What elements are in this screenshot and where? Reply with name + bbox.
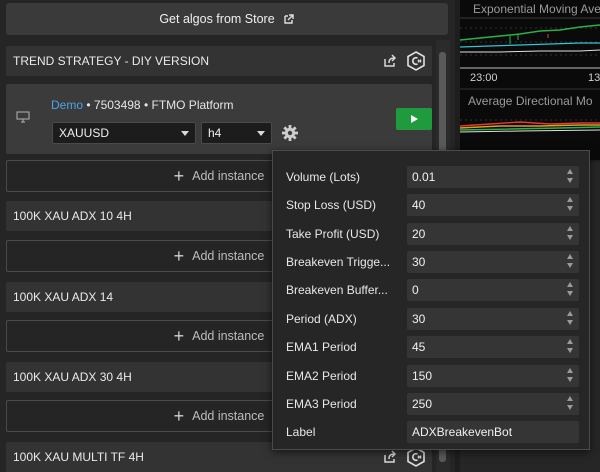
spinner-icon[interactable] [567, 282, 575, 298]
spinner-icon[interactable] [567, 197, 575, 213]
plus-icon: + [173, 166, 185, 186]
external-link-icon [283, 14, 294, 24]
platform-name: FTMO Platform [151, 98, 234, 112]
plus-icon: + [173, 406, 185, 426]
timeframe-value: h4 [208, 126, 222, 140]
param-label: EMA1 Period [286, 340, 357, 354]
ema3-period-input[interactable]: 250 [407, 393, 579, 415]
spinner-icon[interactable] [567, 311, 575, 327]
param-row: EMA2 Period 150 [273, 362, 591, 390]
param-label: Stop Loss (USD) [286, 198, 377, 212]
add-instance-label: Add instance [192, 169, 265, 183]
param-value: 150 [412, 369, 433, 383]
strategy-header[interactable]: TREND STRATEGY - DIY VERSION [6, 46, 432, 76]
monitor-icon [16, 111, 30, 123]
csharp-source-icon[interactable] [406, 51, 426, 71]
time-axis-label: 13 [588, 72, 600, 84]
period-adx-input[interactable]: 30 [407, 308, 579, 330]
symbol-value: XAUUSD [59, 126, 110, 140]
gear-icon [282, 125, 298, 141]
param-value: 30 [412, 255, 426, 269]
param-value: 250 [412, 397, 433, 411]
param-value: 0 [412, 283, 419, 297]
symbol-select[interactable]: XAUUSD [52, 122, 196, 144]
timeframe-select[interactable]: h4 [201, 122, 272, 144]
param-label: Breakeven Buffer... [286, 283, 388, 297]
breakeven-trigger-input[interactable]: 30 [407, 251, 579, 273]
param-row: Period (ADX) 30 [273, 305, 591, 333]
share-icon[interactable] [382, 53, 398, 69]
param-row: Breakeven Trigge... 30 [273, 248, 591, 276]
ema1-period-input[interactable]: 45 [407, 336, 579, 358]
parameters-popup: Volume (Lots) 0.01 Stop Loss (USD) 40 Ta… [272, 150, 590, 450]
param-row: Label ADXBreakevenBot [273, 418, 591, 446]
add-instance-label: Add instance [192, 329, 265, 343]
strategy-name: 100K XAU ADX 14 [13, 290, 114, 304]
time-axis-label: 23:00 [470, 72, 498, 84]
param-value: ADXBreakevenBot [412, 425, 513, 439]
strategy-name: 100K XAU ADX 10 4H [13, 209, 132, 223]
csharp-source-icon[interactable] [406, 447, 426, 467]
chevron-down-icon [181, 131, 189, 136]
param-label: Volume (Lots) [286, 170, 361, 184]
ema2-period-input[interactable]: 150 [407, 365, 579, 387]
param-row: Breakeven Buffer... 0 [273, 276, 591, 304]
param-label: Label [286, 425, 316, 439]
separator-bullet: • [83, 98, 94, 112]
chevron-down-icon [257, 131, 265, 136]
strategy-name: TREND STRATEGY - DIY VERSION [13, 54, 210, 68]
strategy-name: 100K XAU ADX 30 4H [13, 370, 132, 384]
store-button-label: Get algos from Store [159, 12, 275, 26]
param-row: EMA3 Period 250 [273, 390, 591, 418]
spinner-icon[interactable] [567, 396, 575, 412]
separator-bullet: • [140, 98, 152, 112]
spinner-icon[interactable] [567, 254, 575, 270]
get-algos-store-button[interactable]: Get algos from Store [6, 3, 448, 35]
stop-loss-input[interactable]: 40 [407, 194, 579, 216]
param-label: Period (ADX) [286, 312, 357, 326]
param-value: 0.01 [412, 170, 436, 184]
spinner-icon[interactable] [567, 169, 575, 185]
instance-card[interactable]: Demo • 7503498 • FTMO Platform XAUUSD h4 [6, 84, 432, 154]
add-instance-label: Add instance [192, 409, 265, 423]
spinner-icon[interactable] [567, 339, 575, 355]
param-value: 40 [412, 198, 426, 212]
account-number: 7503498 [93, 98, 141, 112]
instance-settings-button[interactable] [279, 122, 301, 144]
plus-icon: + [173, 246, 185, 266]
plus-icon: + [173, 326, 185, 346]
param-row: Take Profit (USD) 20 [273, 220, 591, 248]
label-input[interactable]: ADXBreakevenBot [407, 421, 579, 443]
breakeven-buffer-input[interactable]: 0 [407, 279, 579, 301]
share-icon[interactable] [382, 449, 398, 465]
param-label: EMA3 Period [286, 397, 357, 411]
param-value: 30 [412, 312, 426, 326]
ema-chart[interactable]: Exponential Moving Ave 23:00 13 [460, 0, 600, 88]
spinner-icon[interactable] [567, 226, 575, 242]
add-instance-label: Add instance [192, 249, 265, 263]
start-instance-button[interactable] [396, 108, 432, 130]
instance-account-line: Demo • 7503498 • FTMO Platform [51, 98, 234, 112]
param-label: EMA2 Period [286, 369, 357, 383]
param-row: Volume (Lots) 0.01 [273, 163, 591, 191]
param-label: Take Profit (USD) [286, 227, 380, 241]
strategy-name: 100K XAU MULTI TF 4H [13, 450, 144, 464]
take-profit-input[interactable]: 20 [407, 223, 579, 245]
param-value: 20 [412, 227, 426, 241]
volume-lots-input[interactable]: 0.01 [407, 166, 579, 188]
param-row: EMA1 Period 45 [273, 333, 591, 361]
play-icon [411, 115, 418, 123]
param-label: Breakeven Trigge... [286, 255, 391, 269]
spinner-icon[interactable] [567, 368, 575, 384]
param-row: Stop Loss (USD) 40 [273, 191, 591, 219]
param-value: 45 [412, 340, 426, 354]
account-type-link[interactable]: Demo [51, 98, 83, 112]
